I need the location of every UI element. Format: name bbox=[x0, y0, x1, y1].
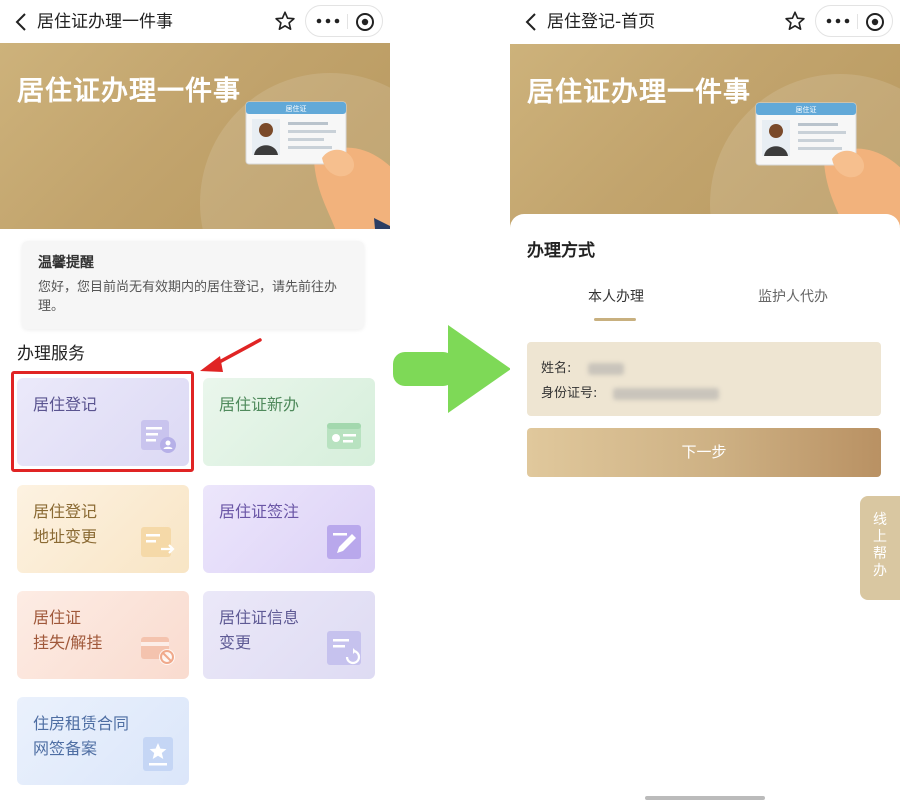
card-label: 居住证 bbox=[796, 105, 817, 114]
tile-label: 居住登记 bbox=[33, 395, 98, 414]
left-screen: 居住证办理一件事 居住证办理一件事 居住证 温馨提醒 您好，您目前尚无有效期内的… bbox=[0, 0, 390, 800]
card-label: 居住证 bbox=[286, 104, 307, 113]
online-help-label: 线上帮办 bbox=[873, 512, 887, 579]
capsule-divider bbox=[857, 14, 858, 29]
tile-label: 居住证新办 bbox=[219, 395, 300, 414]
close-target-icon[interactable] bbox=[355, 12, 375, 32]
annotation-arrow-icon bbox=[200, 338, 262, 372]
id-card-illustration: 居住证 bbox=[245, 101, 390, 229]
tile-label: 居住证信息 变更 bbox=[219, 608, 300, 652]
star-icon[interactable] bbox=[784, 10, 806, 32]
banner-title: 居住证办理一件事 bbox=[17, 76, 241, 107]
name-label: 姓名: bbox=[541, 361, 572, 376]
id-card-icon bbox=[327, 423, 361, 449]
back-icon[interactable] bbox=[14, 12, 28, 32]
tile-label: 居住登记 地址变更 bbox=[33, 502, 98, 546]
reminder-text: 您好，您目前尚无有效期内的居住登记，请先前往办理。 bbox=[38, 280, 338, 314]
star-icon[interactable] bbox=[274, 10, 296, 32]
nav-bar: 居住登记-首页 bbox=[510, 0, 900, 44]
name-value-masked bbox=[588, 363, 624, 375]
banner: 居住证办理一件事 居住证 bbox=[0, 43, 390, 229]
tab-guardian-apply[interactable]: 监护人代办 bbox=[758, 286, 828, 308]
service-tile-report-loss[interactable]: 居住证 挂失/解挂 bbox=[17, 591, 189, 679]
page-title: 居住证办理一件事 bbox=[37, 12, 173, 32]
more-icon[interactable] bbox=[824, 14, 852, 28]
applicant-info: 姓名: 身份证号: bbox=[527, 342, 881, 416]
service-tile-residence-registration[interactable]: 居住登记 bbox=[17, 378, 189, 466]
service-tile-rental-contract[interactable]: 住房租赁合同 网签备案 bbox=[17, 697, 189, 785]
banner: 居住证办理一件事 居住证 bbox=[510, 44, 900, 234]
method-sheet: 办理方式 本人办理 监护人代办 姓名: 身份证号: 下一步 bbox=[510, 214, 900, 800]
right-screen: 居住登记-首页 居住证办理一件事 居住证 办理方式 本人办理 监护人代办 姓名:… bbox=[510, 0, 900, 800]
transition-arrow-icon bbox=[393, 325, 511, 413]
active-tab-indicator bbox=[594, 318, 636, 321]
more-icon[interactable] bbox=[314, 14, 342, 28]
service-tile-info-change[interactable]: 居住证信息 变更 bbox=[203, 591, 375, 679]
reminder-title: 温馨提醒 bbox=[38, 255, 94, 271]
next-step-button[interactable]: 下一步 bbox=[527, 428, 881, 477]
page-title: 居住登记-首页 bbox=[547, 12, 656, 32]
tile-label: 住房租赁合同 网签备案 bbox=[33, 714, 130, 758]
id-number-label: 身份证号: bbox=[541, 386, 598, 401]
reminder-card: 温馨提醒 您好，您目前尚无有效期内的居住登记，请先前往办理。 bbox=[22, 241, 364, 329]
back-icon[interactable] bbox=[524, 12, 538, 32]
sheet-title: 办理方式 bbox=[527, 241, 595, 261]
tile-label: 居住证签注 bbox=[219, 502, 300, 521]
service-tile-address-change[interactable]: 居住登记 地址变更 bbox=[17, 485, 189, 573]
id-number-value-masked bbox=[613, 388, 719, 400]
document-user-icon bbox=[141, 420, 176, 453]
mini-program-capsule bbox=[305, 5, 383, 37]
banner-title: 居住证办理一件事 bbox=[527, 77, 751, 108]
close-target-icon[interactable] bbox=[865, 12, 885, 32]
capsule-divider bbox=[347, 14, 348, 29]
online-help-tab[interactable]: 线上帮办 bbox=[860, 496, 900, 600]
service-tile-endorsement[interactable]: 居住证签注 bbox=[203, 485, 375, 573]
pen-edit-icon bbox=[327, 525, 361, 559]
nav-bar: 居住证办理一件事 bbox=[0, 0, 390, 44]
home-indicator bbox=[645, 796, 765, 800]
tile-label: 居住证 挂失/解挂 bbox=[33, 608, 103, 652]
section-title: 办理服务 bbox=[17, 344, 85, 364]
tab-self-apply[interactable]: 本人办理 bbox=[588, 286, 644, 308]
mini-program-capsule bbox=[815, 5, 893, 37]
service-tile-new-residence-permit[interactable]: 居住证新办 bbox=[203, 378, 375, 466]
